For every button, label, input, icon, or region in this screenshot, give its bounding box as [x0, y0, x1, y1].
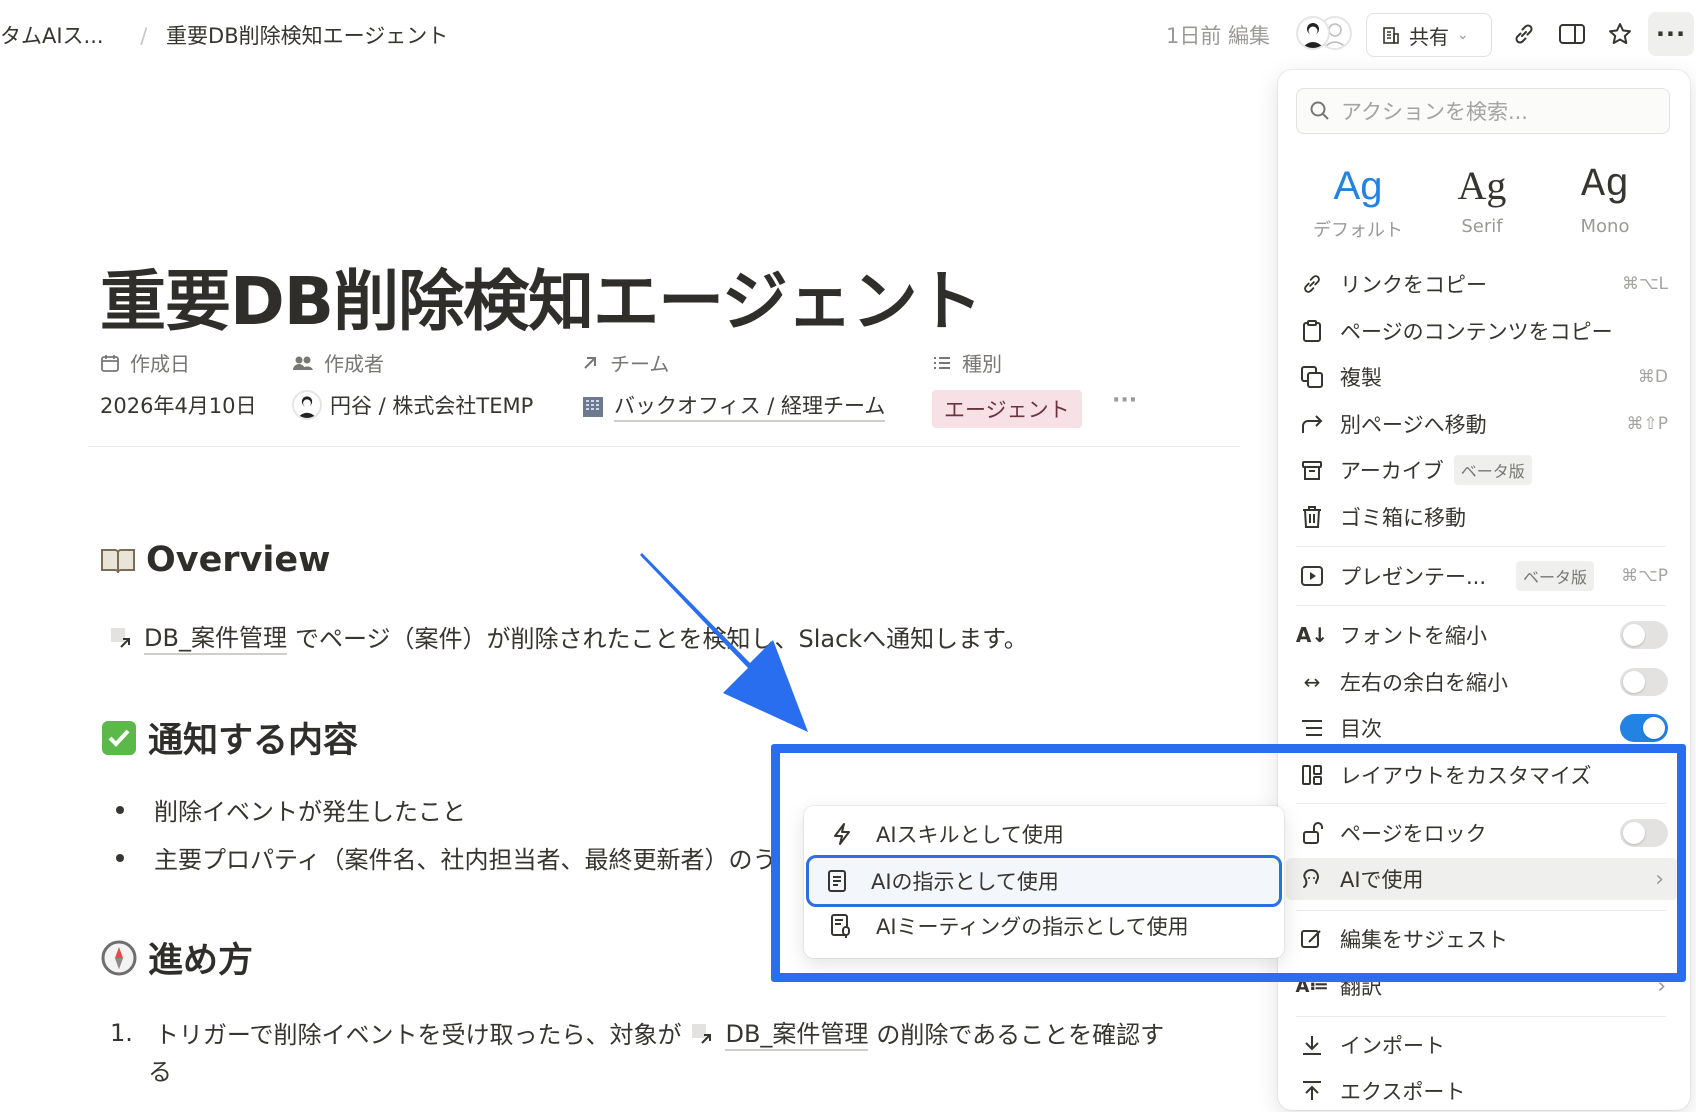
export-icon — [1296, 1075, 1328, 1107]
property-value-team[interactable]: バックオフィス / 経理チーム — [580, 390, 886, 422]
menu-item-archive[interactable]: アーカイブ ベータ版 — [1296, 449, 1680, 491]
book-icon — [100, 545, 136, 575]
duplicate-icon — [1296, 361, 1328, 393]
action-search-input[interactable]: アクションを検索... — [1296, 88, 1670, 134]
sidebar-toggle-icon[interactable] — [1556, 18, 1588, 50]
toc-toggle[interactable] — [1620, 714, 1668, 742]
beta-badge: ベータ版 — [1453, 455, 1532, 485]
more-properties-button[interactable]: ··· — [1112, 388, 1137, 413]
link-icon — [1296, 268, 1328, 300]
font-option-mono[interactable]: Ag Mono — [1550, 162, 1660, 237]
archive-icon — [1296, 454, 1328, 486]
db-link[interactable]: DB_案件管理 — [725, 1014, 869, 1051]
property-value-creator[interactable]: 円谷 / 株式会社TEMP — [292, 390, 533, 420]
compass-icon — [100, 939, 138, 977]
page-link-icon — [108, 623, 136, 651]
people-icon — [292, 353, 314, 373]
clipboard-icon — [1296, 315, 1328, 347]
font-option-default[interactable]: Ag デフォルト — [1303, 162, 1413, 242]
menu-item-duplicate[interactable]: 複製 ⌘D — [1296, 356, 1680, 398]
menu-separator — [1296, 1016, 1666, 1017]
trash-icon — [1296, 501, 1328, 533]
ordered-list-item-continuation: る — [148, 1058, 172, 1086]
calendar-icon — [100, 353, 120, 373]
menu-item-copy-link[interactable]: リンクをコピー ⌘⌥L — [1296, 263, 1680, 305]
breadcrumb-separator: / — [140, 24, 148, 48]
small-text-toggle[interactable] — [1620, 621, 1668, 649]
menu-item-move[interactable]: 別ページへ移動 ⌘⇧P — [1296, 403, 1680, 445]
bullet — [116, 805, 124, 814]
avatar-1 — [1296, 16, 1330, 50]
property-label-team[interactable]: チーム — [580, 348, 669, 377]
list-item[interactable]: 削除イベントが発生したこと — [116, 792, 466, 827]
annotation-arrow — [640, 553, 808, 732]
favorite-star-icon[interactable] — [1604, 18, 1636, 50]
chevron-down-icon: ⌄ — [1457, 27, 1469, 43]
property-label-type[interactable]: 種別 — [932, 348, 1002, 377]
property-value-created[interactable]: 2026年4月10日 — [100, 390, 257, 420]
full-width-toggle[interactable] — [1620, 668, 1668, 696]
menu-item-toc[interactable]: 目次 — [1296, 707, 1680, 749]
building-icon — [1381, 25, 1401, 45]
menu-item-import[interactable]: インポート — [1296, 1024, 1680, 1066]
more-options-button[interactable]: ··· — [1648, 12, 1694, 56]
page-link-icon — [689, 1019, 717, 1047]
property-value-type[interactable]: エージェント — [932, 390, 1082, 428]
font-size-icon: A↓ — [1295, 623, 1329, 647]
copy-link-icon[interactable] — [1508, 18, 1540, 50]
menu-item-copy-content[interactable]: ページのコンテンツをコピー — [1296, 310, 1680, 352]
search-icon — [1309, 100, 1331, 122]
menu-item-trash[interactable]: ゴミ箱に移動 — [1296, 496, 1680, 538]
properties-divider — [88, 446, 1240, 447]
edited-timestamp[interactable]: 1日前 編集 — [1166, 20, 1270, 50]
menu-item-present[interactable]: プレゼンテー... ベータ版 ⌘⌥P — [1296, 555, 1680, 597]
share-button[interactable]: 共有 ⌄ — [1366, 13, 1492, 57]
breadcrumb: タムAIス... / 重要DB削除検知エージェント — [0, 20, 448, 50]
heading-notify[interactable]: 通知する内容 — [100, 712, 358, 763]
db-link[interactable]: DB_案件管理 — [144, 618, 287, 655]
arrow-up-right-icon — [580, 353, 600, 373]
bullet — [116, 853, 124, 862]
heading-overview[interactable]: Overview — [100, 540, 330, 580]
more-horizontal-icon: ··· — [1655, 20, 1687, 48]
breadcrumb-current[interactable]: 重要DB削除検知エージェント — [166, 24, 448, 48]
menu-item-export[interactable]: エクスポート — [1296, 1070, 1680, 1112]
present-icon — [1296, 560, 1328, 592]
property-label-creator[interactable]: 作成者 — [292, 348, 384, 377]
ordered-list-item[interactable]: 1. トリガーで削除イベントを受け取ったら、対象が DB_案件管理 の削除である… — [110, 1014, 1164, 1051]
overview-paragraph[interactable]: DB_案件管理 でページ（案件）が削除されたことを検知し、Slackへ通知します… — [108, 618, 1028, 655]
collaborators[interactable] — [1296, 16, 1360, 54]
list-icon — [932, 353, 952, 373]
office-building-icon — [580, 393, 606, 419]
menu-separator — [1296, 546, 1666, 547]
breadcrumb-parent[interactable]: タムAIス... — [0, 24, 104, 48]
heading-process[interactable]: 進め方 — [100, 932, 253, 983]
table-of-contents-icon — [1296, 712, 1328, 744]
menu-item-full-width[interactable]: ↔ 左右の余白を縮小 — [1296, 661, 1680, 703]
menu-item-small-text[interactable]: A↓ フォントを縮小 — [1296, 614, 1680, 656]
type-tag: エージェント — [932, 390, 1082, 428]
property-label-created[interactable]: 作成日 — [100, 348, 190, 377]
share-label: 共有 — [1409, 24, 1449, 49]
list-item[interactable]: 主要プロパティ（案件名、社内担当者、最終更新者）のう — [116, 840, 777, 875]
annotation-highlight-box — [771, 744, 1686, 982]
creator-avatar — [292, 390, 322, 420]
beta-badge: ベータ版 — [1516, 561, 1595, 591]
menu-separator — [1296, 605, 1666, 606]
import-icon — [1296, 1029, 1328, 1061]
page-title[interactable]: 重要DB削除検知エージェント — [100, 248, 983, 344]
check-box-icon — [100, 719, 138, 757]
move-arrow-icon — [1296, 408, 1328, 440]
font-option-serif[interactable]: Ag Serif — [1427, 162, 1537, 237]
horizontal-arrows-icon: ↔ — [1303, 670, 1321, 694]
